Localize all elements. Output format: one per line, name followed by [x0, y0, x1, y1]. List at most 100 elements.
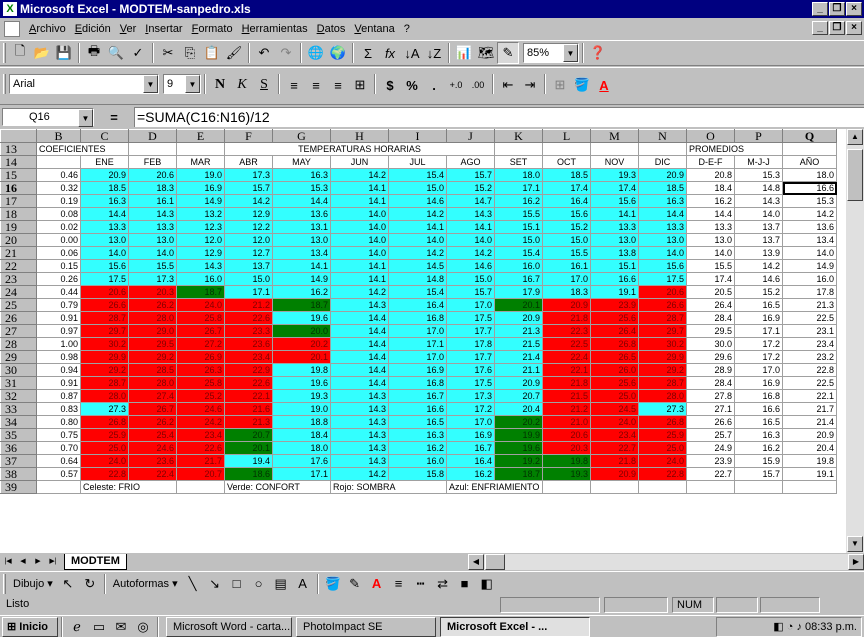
temp-cell-h[interactable]: 14.3 — [330, 402, 389, 416]
next-sheet-icon[interactable]: ▶ — [31, 555, 45, 569]
temp-cell-g[interactable]: 17.1 — [272, 467, 331, 481]
season-avg-cell[interactable]: 17.2 — [734, 350, 783, 364]
fill-color-icon[interactable]: 🪣 — [571, 74, 593, 96]
hyperlink-icon[interactable]: 🌐 — [305, 42, 327, 64]
temp-cell-g[interactable]: 17.6 — [272, 454, 331, 468]
temp-cell-h[interactable]: 14.4 — [330, 311, 389, 325]
temp-cell-l[interactable]: 17.0 — [542, 272, 591, 286]
season-avg-cell[interactable]: 23.9 — [686, 454, 735, 468]
text-box-icon[interactable]: ▤ — [270, 573, 292, 595]
temp-cell-g[interactable]: 19.6 — [272, 311, 331, 325]
temp-cell-k[interactable]: 18.0 — [494, 168, 543, 182]
format-painter-icon[interactable]: 🖌 — [223, 42, 245, 64]
minimize-button[interactable]: _ — [812, 2, 828, 16]
temp-cell-n[interactable]: 28.7 — [638, 311, 687, 325]
coeficientes-label[interactable]: COEFICIENTES — [36, 142, 129, 156]
temp-cell-k[interactable]: 17.9 — [494, 285, 543, 299]
coef-cell[interactable]: 0.08 — [36, 207, 81, 221]
temp-cell-c[interactable]: 14.4 — [80, 207, 129, 221]
col-header-l[interactable]: L — [542, 129, 591, 143]
temp-cell-m[interactable]: 26.5 — [590, 350, 639, 364]
temp-cell-n[interactable]: 22.8 — [638, 467, 687, 481]
menu-datos[interactable]: Datos — [314, 19, 352, 39]
new-icon[interactable]: 🗋 — [9, 42, 31, 64]
wordart-icon[interactable]: A — [292, 573, 314, 595]
temp-cell-g[interactable]: 14.9 — [272, 272, 331, 286]
col-header-o[interactable]: O — [686, 129, 735, 143]
temp-cell-j[interactable]: 17.6 — [446, 363, 495, 377]
temp-cell-h[interactable]: 14.3 — [330, 441, 389, 455]
col-header-f[interactable]: F — [224, 129, 273, 143]
season-avg-cell[interactable]: 15.2 — [734, 285, 783, 299]
bold-icon[interactable]: N — [209, 74, 231, 96]
temp-cell-e[interactable]: 26.7 — [176, 324, 225, 338]
temp-cell-g[interactable]: 13.6 — [272, 207, 331, 221]
temp-cell-f[interactable]: 14.2 — [224, 194, 273, 208]
dibujo-menu[interactable]: Dibujo ▾ — [9, 577, 57, 590]
temp-cell-d[interactable]: 27.4 — [128, 389, 177, 403]
temp-cell-j[interactable]: 17.3 — [446, 389, 495, 403]
temp-cell-g[interactable]: 20.2 — [272, 337, 331, 351]
temp-cell-d[interactable]: 22.4 — [128, 467, 177, 481]
coef-cell[interactable]: 0.98 — [36, 350, 81, 364]
decrease-indent-icon[interactable]: ⇤ — [497, 74, 519, 96]
season-avg-cell[interactable]: 14.6 — [734, 272, 783, 286]
temp-cell-g[interactable]: 19.8 — [272, 363, 331, 377]
cell[interactable] — [638, 142, 687, 156]
temp-cell-e[interactable]: 24.0 — [176, 298, 225, 312]
temp-cell-k[interactable]: 21.5 — [494, 337, 543, 351]
doc-close-button[interactable]: × — [846, 21, 862, 35]
chevron-down-icon[interactable]: ▼ — [185, 75, 200, 93]
temp-cell-h[interactable]: 14.1 — [330, 259, 389, 273]
temp-cell-d[interactable]: 13.0 — [128, 233, 177, 247]
row-header[interactable]: 23 — [0, 272, 37, 286]
annual-avg-cell[interactable]: 14.2 — [782, 207, 837, 221]
temp-cell-n[interactable]: 29.9 — [638, 350, 687, 364]
season-avg-cell[interactable]: 14.0 — [686, 246, 735, 260]
temp-cell-j[interactable]: 14.7 — [446, 194, 495, 208]
temp-cell-i[interactable]: 16.8 — [388, 311, 447, 325]
temp-cell-j[interactable]: 16.2 — [446, 467, 495, 481]
map-icon[interactable]: 🗺 — [475, 42, 497, 64]
temp-cell-l[interactable]: 20.3 — [542, 441, 591, 455]
temp-cell-h[interactable]: 14.1 — [330, 181, 389, 195]
temp-cell-c[interactable]: 15.6 — [80, 259, 129, 273]
annual-avg-cell[interactable]: 19.1 — [782, 467, 837, 481]
increase-indent-icon[interactable]: ⇥ — [519, 74, 541, 96]
temp-cell-f[interactable]: 22.1 — [224, 389, 273, 403]
temp-cell-m[interactable]: 26.8 — [590, 337, 639, 351]
temp-cell-e[interactable]: 13.2 — [176, 207, 225, 221]
scroll-right-icon[interactable]: ▶ — [848, 554, 864, 570]
temp-cell-h[interactable]: 14.4 — [330, 350, 389, 364]
promedio-header[interactable]: D-E-F — [686, 155, 735, 169]
temp-cell-m[interactable]: 13.0 — [590, 233, 639, 247]
temp-cell-e[interactable]: 24.6 — [176, 402, 225, 416]
month-header[interactable]: FEB — [128, 155, 177, 169]
temp-cell-m[interactable]: 25.6 — [590, 311, 639, 325]
temp-cell-i[interactable]: 14.6 — [388, 194, 447, 208]
cell[interactable] — [128, 142, 177, 156]
temp-cell-i[interactable]: 17.0 — [388, 350, 447, 364]
temp-cell-h[interactable]: 14.0 — [330, 220, 389, 234]
month-header[interactable]: SET — [494, 155, 543, 169]
task-photoimpact[interactable]: PhotoImpact SE — [296, 616, 436, 637]
temp-cell-n[interactable]: 13.3 — [638, 220, 687, 234]
row-header[interactable]: 31 — [0, 376, 37, 390]
season-avg-cell[interactable]: 17.4 — [686, 272, 735, 286]
row-header[interactable]: 39 — [0, 480, 37, 494]
temp-cell-j[interactable]: 14.0 — [446, 233, 495, 247]
prev-sheet-icon[interactable]: ◀ — [16, 555, 30, 569]
season-avg-cell[interactable]: 13.3 — [686, 220, 735, 234]
temp-cell-d[interactable]: 15.5 — [128, 259, 177, 273]
month-header[interactable]: AGO — [446, 155, 495, 169]
row-header[interactable]: 36 — [0, 441, 37, 455]
temp-cell-j[interactable]: 17.5 — [446, 376, 495, 390]
row-header[interactable]: 18 — [0, 207, 37, 221]
col-header-q[interactable]: Q — [782, 129, 837, 143]
annual-avg-cell[interactable]: 22.5 — [782, 376, 837, 390]
temp-cell-k[interactable]: 21.4 — [494, 350, 543, 364]
temp-cell-c[interactable]: 20.6 — [80, 285, 129, 299]
row-header[interactable]: 33 — [0, 402, 37, 416]
thousands-icon[interactable]: . — [423, 74, 445, 96]
temp-cell-n[interactable]: 17.5 — [638, 272, 687, 286]
